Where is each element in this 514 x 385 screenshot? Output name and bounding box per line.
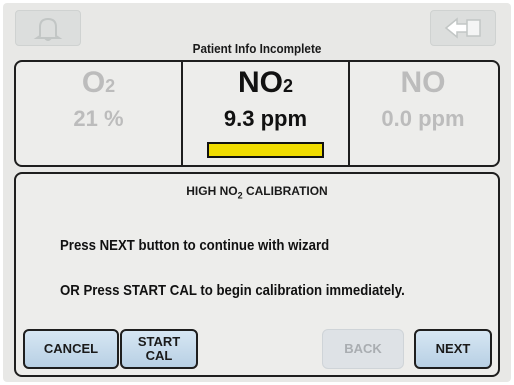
gas-value: 0.0 ppm <box>381 106 465 131</box>
gas-value: 21 % <box>73 106 124 131</box>
instruction-line-2: OR Press START CAL to begin calibration … <box>60 282 405 299</box>
instruction-line-1: Press NEXT button to continue with wizar… <box>60 237 330 254</box>
back-arrow-icon <box>444 17 481 39</box>
cancel-button[interactable]: CANCEL <box>23 329 119 369</box>
no2-level-bar <box>207 142 324 158</box>
o2-gas-reading: O2 21 % <box>16 62 181 165</box>
next-button[interactable]: NEXT <box>414 329 492 369</box>
gas-name: NO2 <box>237 66 293 99</box>
gas-value: 9.3 ppm <box>223 106 308 131</box>
device-screen: Patient Info Incomplete O2 21 % NO2 9.3 … <box>3 3 511 382</box>
page-title: Patient Info Incomplete <box>192 41 322 56</box>
no2-gas-reading: NO2 9.3 ppm <box>181 62 350 165</box>
back-screen-button[interactable] <box>430 10 496 46</box>
gas-monitor-panel: O2 21 % NO2 9.3 ppm NO 0.0 ppm <box>14 60 500 167</box>
calibration-panel: HIGH NO2 CALIBRATION Press NEXT button t… <box>14 172 500 377</box>
gas-name: NO <box>400 66 446 99</box>
back-button[interactable]: BACK <box>322 329 404 369</box>
gas-name: O2 <box>81 66 116 99</box>
no2-level-fill <box>209 144 322 156</box>
bell-icon <box>33 17 63 41</box>
calibration-title: HIGH NO2 CALIBRATION <box>186 184 328 201</box>
start-cal-button[interactable]: START CAL <box>120 329 198 369</box>
no-gas-reading: NO 0.0 ppm <box>348 62 498 165</box>
